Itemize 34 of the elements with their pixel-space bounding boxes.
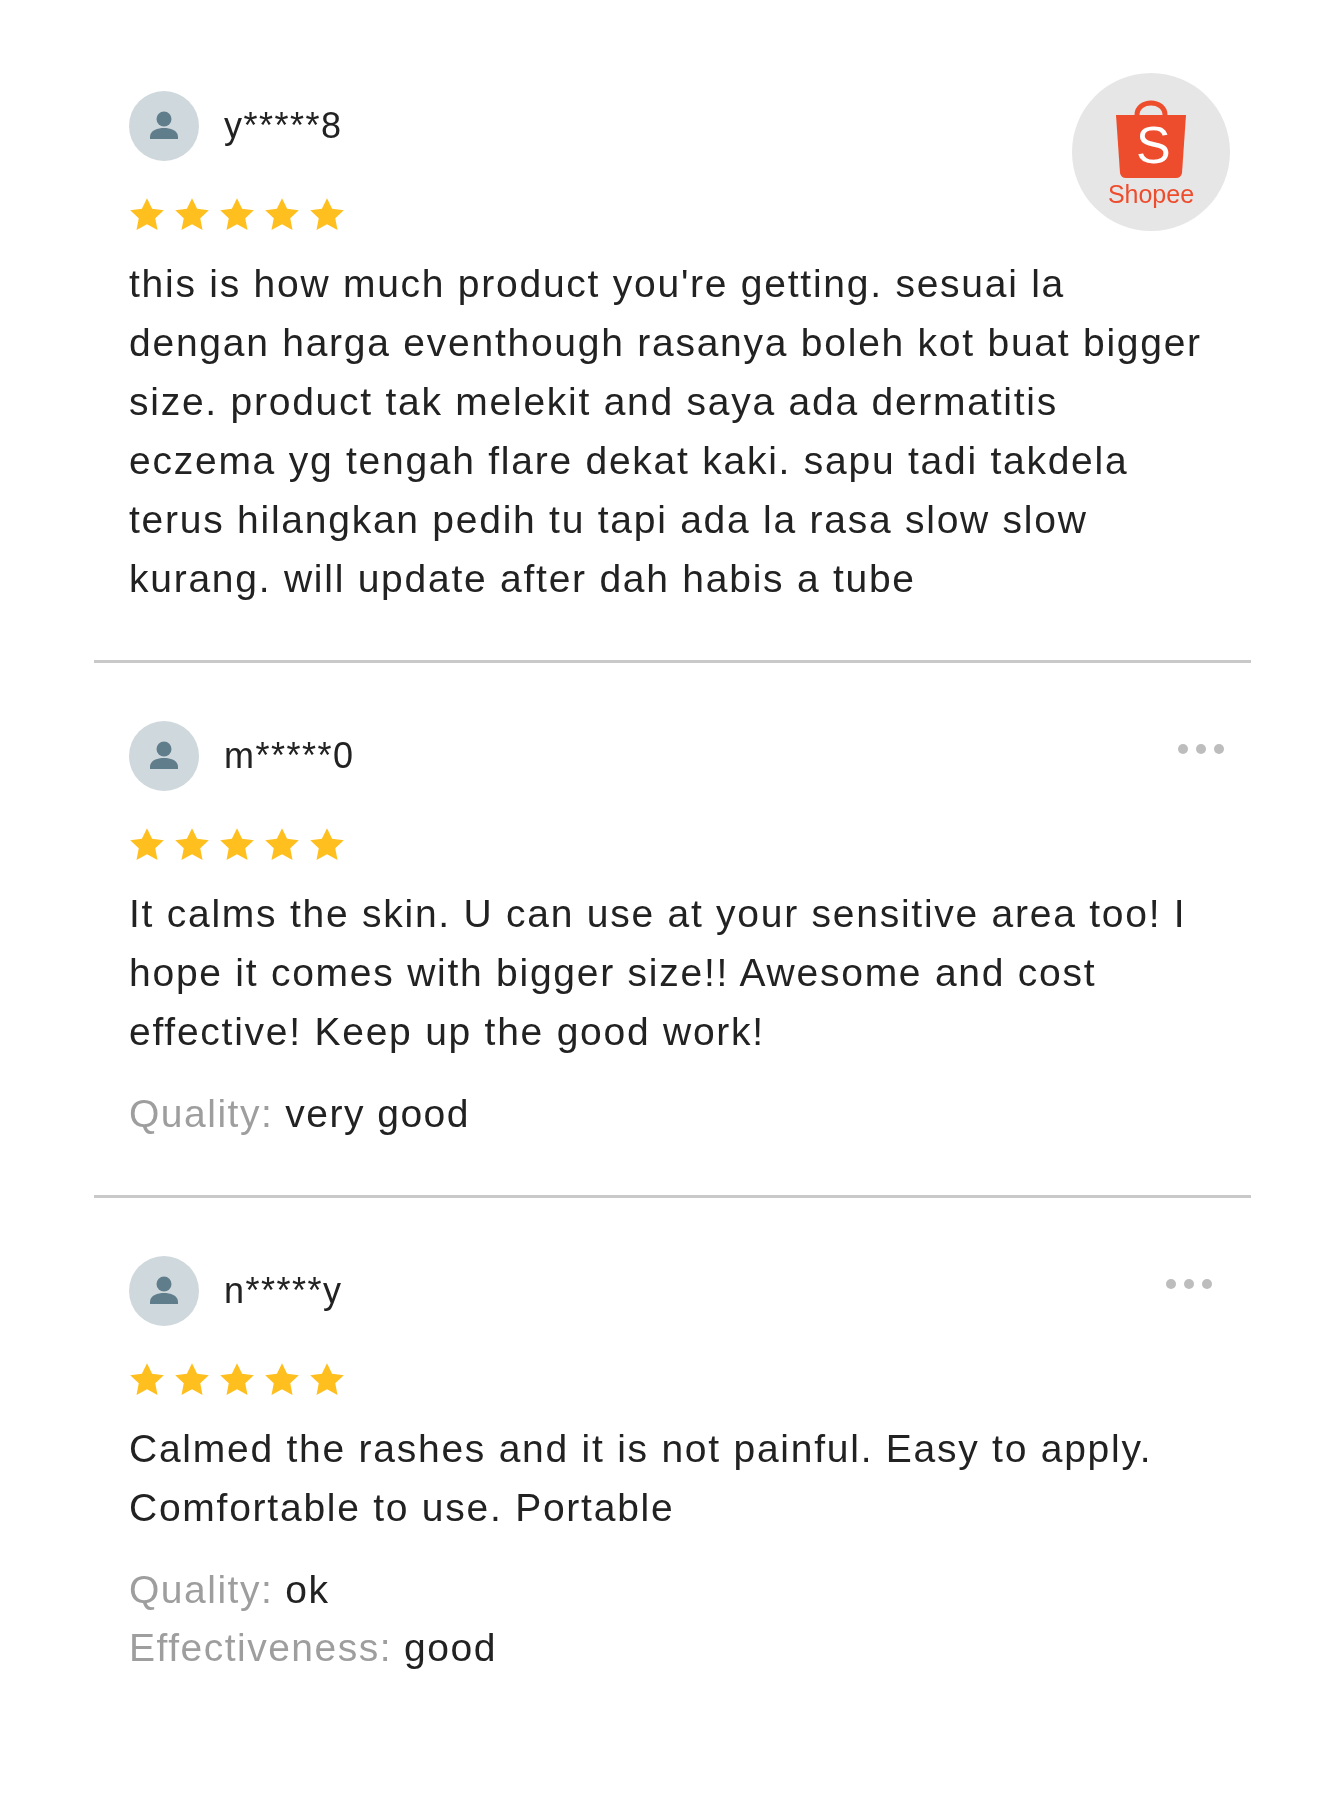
username: y*****8 <box>224 105 343 147</box>
star-icon <box>174 1362 210 1397</box>
star-icon <box>219 197 255 232</box>
avatar-icon <box>129 721 199 791</box>
star-icon <box>129 1362 165 1397</box>
avatar-icon <box>129 1256 199 1326</box>
star-icon <box>219 1362 255 1397</box>
star-icon <box>309 827 345 862</box>
star-icon <box>264 827 300 862</box>
avatar-icon <box>129 91 199 161</box>
attribute-label: Quality: <box>129 1567 274 1613</box>
logo-letter: S <box>1136 119 1171 171</box>
star-icon <box>174 197 210 232</box>
star-icon <box>219 827 255 862</box>
star-icon <box>174 827 210 862</box>
star-icon <box>264 197 300 232</box>
username: m*****0 <box>224 735 355 777</box>
attribute-value: very good <box>285 1091 470 1137</box>
username: n*****y <box>224 1270 343 1312</box>
logo-wordmark: Shopee <box>1107 179 1195 209</box>
star-icon <box>129 197 165 232</box>
more-options-icon[interactable] <box>1177 743 1225 755</box>
star-icon <box>264 1362 300 1397</box>
review-text: It calms the skin. U can use at your sensitive area too! I hope it comes with bigger size!! Awesome and cost effective! Keep up the good work! <box>129 891 1188 1055</box>
attribute-value: ok <box>285 1567 330 1613</box>
star-icon <box>309 1362 345 1397</box>
more-options-icon[interactable] <box>1165 1278 1213 1290</box>
review-text: this is how much product you're getting. sesuai la dengan harga eventhough rasanya boleh kot buat bigger size. product tak melekit and saya ada dermatitis eczema yg tengah flare dekat kaki. sapu tadi takdela terus hilangkan pedih tu tapi ada la rasa slow slow kurang. will update after dah habis a tube <box>129 261 1203 602</box>
attribute-value: good <box>404 1625 497 1671</box>
attribute-label: Effectiveness: <box>129 1625 393 1671</box>
attribute-label: Quality: <box>129 1091 274 1137</box>
star-icon <box>309 197 345 232</box>
star-icon <box>129 827 165 862</box>
review-text: Calmed the rashes and it is not painful. Easy to apply. Comfortable to use. Portable <box>129 1426 1154 1531</box>
